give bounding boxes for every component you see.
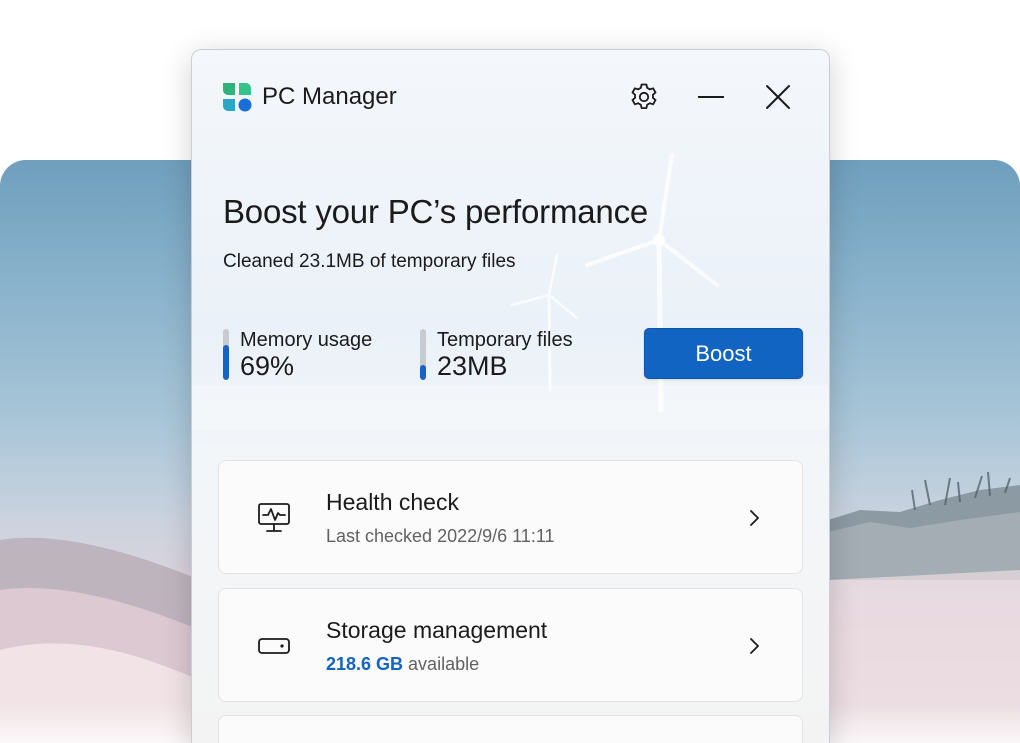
gear-icon xyxy=(631,83,657,109)
memory-usage-meter xyxy=(223,329,229,380)
storage-available: 218.6 GB available xyxy=(326,654,479,675)
health-check-card[interactable]: Health check Last checked 2022/9/6 11:11 xyxy=(218,460,803,574)
page-headline: Boost your PC’s performance xyxy=(223,193,649,230)
close-button[interactable] xyxy=(756,77,800,117)
storage-available-suffix: available xyxy=(403,654,480,674)
memory-usage-label: Memory usage xyxy=(240,329,373,351)
storage-management-title: Storage management xyxy=(326,617,548,643)
health-check-title: Health check xyxy=(326,489,459,515)
temporary-files-value: 23MB xyxy=(437,351,508,381)
storage-management-card[interactable]: Storage management 218.6 GB available xyxy=(218,588,803,702)
memory-usage-value: 69% xyxy=(240,351,295,381)
boost-button[interactable]: Boost xyxy=(644,328,803,379)
minimize-button[interactable] xyxy=(689,77,733,117)
settings-button[interactable] xyxy=(622,77,666,117)
title-bar: PC Manager xyxy=(192,50,829,144)
cleanup-status: Cleaned 23.1MB of temporary files xyxy=(223,251,516,272)
temporary-files-meter-fill xyxy=(420,364,426,380)
pc-manager-window: PC Manager Boost your PC’s performance C… xyxy=(191,49,830,743)
health-check-last-checked: Last checked 2022/9/6 11:11 xyxy=(326,526,555,546)
temporary-files-meter xyxy=(420,329,426,380)
chevron-right-icon xyxy=(743,506,765,530)
storage-drive-icon xyxy=(255,627,293,665)
storage-available-amount: 218.6 GB xyxy=(326,654,404,674)
app-title: PC Manager xyxy=(262,83,397,110)
temporary-files-label: Temporary files xyxy=(437,329,573,351)
pc-manager-logo-icon xyxy=(223,83,252,112)
close-icon xyxy=(766,85,790,109)
next-card-partial[interactable] xyxy=(218,715,803,743)
chevron-right-icon xyxy=(743,634,765,658)
health-monitor-icon xyxy=(255,499,293,537)
minimize-icon xyxy=(698,96,724,98)
memory-usage-meter-fill xyxy=(223,344,229,380)
